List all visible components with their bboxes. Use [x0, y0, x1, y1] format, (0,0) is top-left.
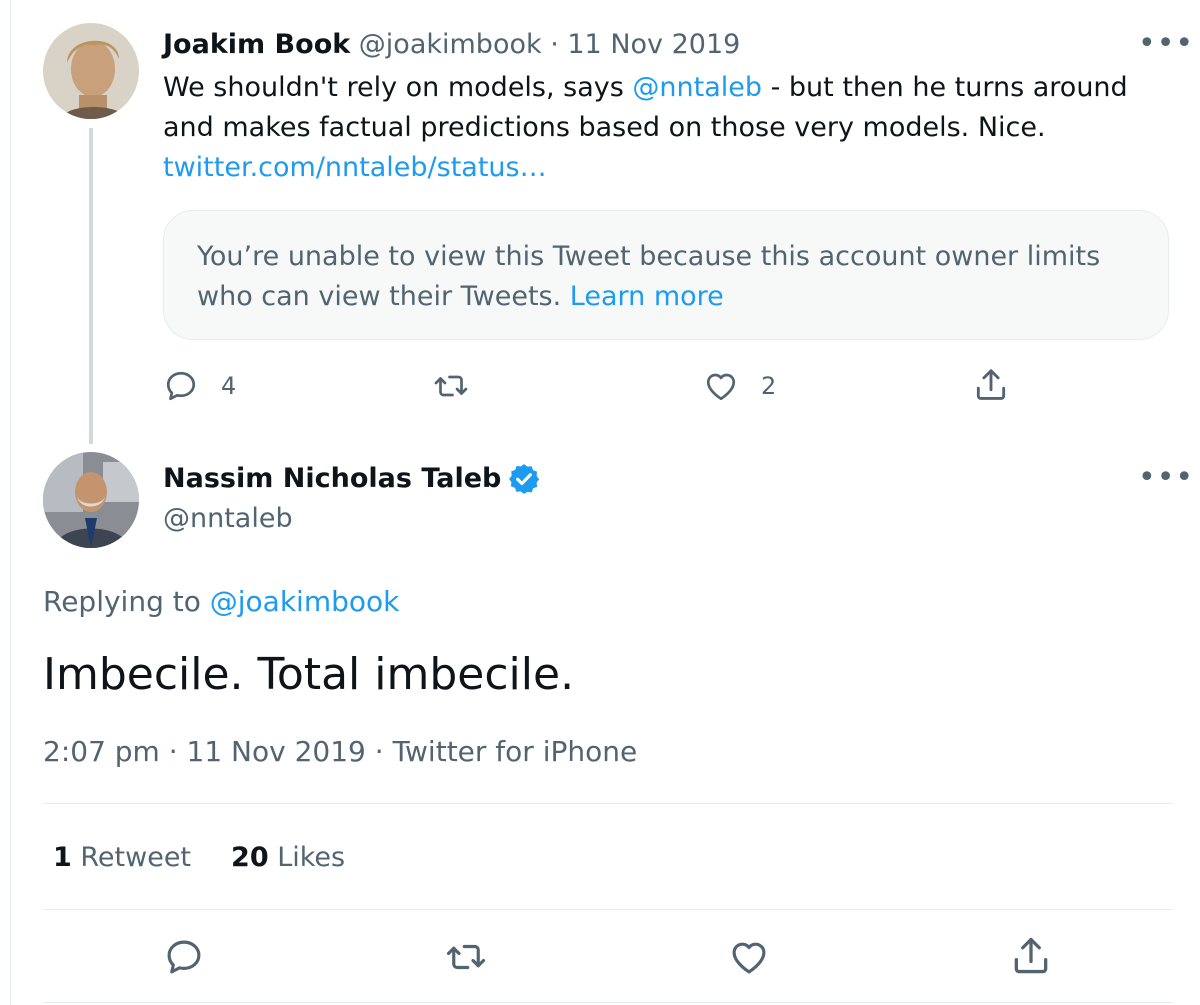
- tweet2-handle[interactable]: @nntaleb: [163, 501, 293, 537]
- tweet1-share-button[interactable]: [972, 366, 1010, 404]
- replying-to-line: Replying to @joakimbook: [43, 583, 399, 621]
- replying-to-prefix: Replying to: [43, 585, 210, 618]
- quoted-tweet-unavailable-card: You’re unable to view this Tweet because…: [163, 210, 1169, 340]
- likes-count: 20: [231, 842, 269, 873]
- tweet1-handle-prefix: [350, 29, 359, 60]
- tweet1-more-icon[interactable]: •••: [1138, 29, 1194, 59]
- tweet2-share-button[interactable]: [1009, 934, 1053, 978]
- thread-connector-line: [89, 128, 93, 444]
- share-icon: [976, 369, 1006, 400]
- tweet1-text: We shouldn't rely on models, says @nntal…: [163, 68, 1173, 148]
- divider-bottom: [43, 1002, 1173, 1003]
- tweet1-mention-link[interactable]: @nntaleb: [632, 72, 762, 103]
- tweet2-retweet-button[interactable]: [443, 936, 489, 978]
- learn-more-link[interactable]: Learn more: [570, 281, 724, 312]
- divider-top: [43, 803, 1173, 804]
- retweet-label: Retweet: [71, 842, 192, 873]
- reply-icon: [166, 371, 196, 401]
- tweet1-like-button[interactable]: 2: [703, 368, 776, 404]
- tweet1-date[interactable]: 11 Nov 2019: [567, 29, 740, 60]
- tweet2-meta-timestamp[interactable]: 2:07 pm · 11 Nov 2019 · Twitter for iPho…: [43, 733, 637, 771]
- tweet1-reply-count: 4: [221, 372, 237, 400]
- tweet1-text-part1: We shouldn't rely on models, says: [163, 72, 633, 103]
- retweet-icon: [434, 375, 468, 397]
- tweet1-handle[interactable]: @joakimbook: [359, 29, 542, 60]
- tweet1-display-name[interactable]: Joakim Book: [163, 29, 350, 60]
- tweet1-like-count: 2: [761, 372, 777, 400]
- divider-middle: [43, 909, 1173, 910]
- share-icon: [1014, 937, 1048, 974]
- tweet2-more-icon[interactable]: •••: [1138, 463, 1194, 493]
- tweet2-stats: 1 Retweet 20 Likes: [53, 840, 385, 876]
- likes-stat[interactable]: 20 Likes: [231, 840, 345, 876]
- reply-icon: [167, 940, 201, 974]
- tweet2-text: Imbecile. Total imbecile.: [43, 649, 575, 700]
- tweet2-reply-button[interactable]: [163, 936, 205, 978]
- tweet2-display-name[interactable]: Nassim Nicholas Taleb: [163, 461, 501, 497]
- like-icon: [706, 373, 736, 401]
- likes-label: Likes: [268, 842, 346, 873]
- tweet1-header: Joakim Book @joakimbook · 11 Nov 2019: [163, 27, 740, 63]
- tweet2-name-row: Nassim Nicholas Taleb: [163, 461, 541, 497]
- left-border: [10, 0, 11, 1005]
- tweet2-like-button[interactable]: [728, 936, 770, 978]
- tweet1-separator: ·: [541, 29, 568, 60]
- retweet-stat[interactable]: 1 Retweet: [53, 840, 191, 876]
- tweet1-reply-button[interactable]: 4: [163, 368, 236, 404]
- verified-badge-icon: [509, 464, 540, 494]
- retweet-count: 1: [53, 842, 72, 873]
- tweet1-body: We shouldn't rely on models, says @nntal…: [163, 68, 1173, 188]
- avatar-joakim-book[interactable]: [43, 23, 139, 119]
- retweet-icon: [446, 944, 486, 970]
- like-icon: [732, 942, 766, 974]
- replying-to-link[interactable]: @joakimbook: [210, 585, 400, 618]
- avatar-nassim-taleb[interactable]: [43, 452, 139, 548]
- tweet1-retweet-button[interactable]: [432, 368, 470, 404]
- tweet1-url-link[interactable]: twitter.com/nntaleb/status…: [163, 152, 547, 183]
